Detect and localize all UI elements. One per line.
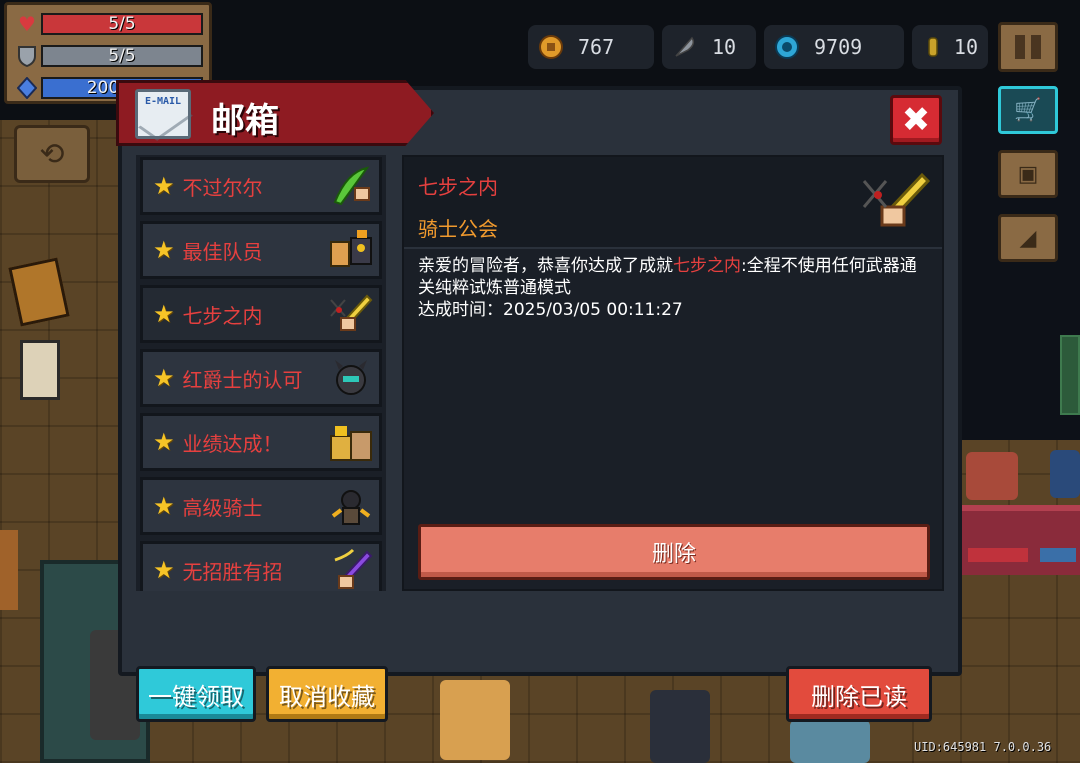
feather-counter: 10 [662, 25, 756, 69]
stairs-icon: ◢ [1019, 225, 1037, 251]
mail-item-label: 七步之内 [182, 303, 263, 328]
npc-character [440, 680, 510, 760]
mail-detail-title: 七步之内 [418, 175, 498, 199]
armor-text: 5/5 [108, 46, 136, 66]
gem-icon [774, 34, 800, 60]
mail-item[interactable]: ★ 不过尔尔 [140, 157, 382, 215]
teammates-icon [327, 226, 375, 274]
refresh-button[interactable]: ⟲ [14, 125, 90, 183]
mail-item[interactable]: ★ 高级骑士 [140, 477, 382, 535]
npc-character [650, 690, 710, 763]
health-row: ♥ 5/5 [13, 9, 203, 39]
mail-item[interactable]: ★ 最佳队员 [140, 221, 382, 279]
token-icon [922, 34, 944, 60]
golden-sword-icon [860, 167, 934, 239]
reception-desk [960, 505, 1080, 575]
star-icon: ★ [153, 364, 175, 392]
mail-item-label: 不过尔尔 [182, 175, 263, 200]
time-value: 2025/03/05 00:11:27 [503, 300, 683, 320]
refresh-icon: ⟲ [39, 136, 65, 172]
cart-icon: 🛒 [1014, 97, 1042, 123]
star-icon: ★ [153, 300, 175, 328]
close-icon: ✖ [901, 100, 931, 140]
profile-button[interactable]: ▣ [998, 150, 1058, 198]
armor-bar: 5/5 [41, 45, 203, 67]
uid-version-label: UID:645981 7.0.0.36 [914, 740, 1052, 754]
gem-counter: 9709 [764, 25, 904, 69]
shop-button[interactable]: 🛒 [998, 86, 1058, 134]
demon-helmet-icon [327, 354, 375, 402]
purple-sword-icon [327, 546, 375, 591]
close-button[interactable]: ✖ [890, 95, 942, 145]
star-icon: ★ [153, 556, 175, 584]
gem-value: 9709 [814, 35, 863, 59]
unfavorite-button[interactable]: 取消收藏 [266, 666, 388, 722]
upgrade-button[interactable]: ◢ [998, 214, 1058, 262]
body-text: 亲爱的冒险者，恭喜你达成了成就 [418, 256, 673, 276]
envelope-label: E-MAIL [144, 96, 182, 107]
merchants-icon [327, 418, 375, 466]
npc-character [966, 452, 1018, 500]
token-value: 10 [953, 35, 978, 59]
health-text: 5/5 [108, 14, 136, 34]
pause-button[interactable] [998, 22, 1058, 72]
armor-row: 5/5 [13, 41, 203, 71]
npc-character [790, 720, 870, 763]
achievement-name: 七步之内 [673, 256, 741, 276]
envelope-icon: E-MAIL [135, 89, 191, 139]
pedestal [20, 340, 60, 400]
mailbox-title: 邮箱 [211, 101, 279, 141]
star-icon: ★ [153, 428, 175, 456]
feather-icon [672, 34, 698, 60]
mail-detail-body: 亲爱的冒险者，恭喜你达成了成就七步之内:全程不使用任何武器通关纯粹试炼普通模式 … [418, 255, 928, 321]
mail-item-label: 红爵士的认可 [182, 367, 303, 392]
knight-icon [327, 482, 375, 530]
id-card-icon: ▣ [1017, 161, 1039, 187]
gold-coin-icon [538, 34, 564, 60]
npc-character [1050, 450, 1080, 498]
mail-item[interactable]: ★ 业绩达成！ [140, 413, 382, 471]
mail-item-label: 最佳队员 [182, 239, 263, 264]
green-slash-icon [327, 162, 375, 210]
claim-all-button[interactable]: 一键领取 [136, 666, 256, 722]
star-icon: ★ [153, 236, 175, 264]
mail-item-label: 高级骑士 [182, 495, 263, 520]
mail-item-selected[interactable]: ★ 七步之内 [140, 285, 382, 343]
mail-detail-header: 七步之内 骑士公会 [404, 157, 942, 249]
mail-detail-sender: 骑士公会 [418, 217, 498, 241]
mail-item-label: 业绩达成！ [182, 431, 283, 456]
delete-button[interactable]: 删除 [418, 524, 930, 580]
time-label: 达成时间： [418, 300, 503, 320]
token-counter: 10 [912, 25, 988, 69]
health-bar: 5/5 [41, 13, 203, 35]
delete-read-button[interactable]: 删除已读 [786, 666, 932, 722]
gold-value: 767 [578, 35, 615, 59]
mail-item-label: 无招胜有招 [182, 559, 283, 584]
mail-item[interactable]: ★ 无招胜有招 [140, 541, 382, 591]
mail-list[interactable]: ★ 不过尔尔 ★ 最佳队员 ★ 七步之内 ★ 红爵士的认可 ★ 业绩达成！ ★ … [136, 155, 386, 591]
feather-value: 10 [712, 35, 737, 59]
gold-counter: 767 [528, 25, 654, 69]
pause-icon [1015, 35, 1025, 59]
star-icon: ★ [153, 492, 175, 520]
mail-item[interactable]: ★ 红爵士的认可 [140, 349, 382, 407]
golden-sword-icon [327, 290, 375, 338]
star-icon: ★ [153, 172, 175, 200]
shield-icon [13, 44, 41, 68]
diamond-icon [13, 76, 41, 100]
mailbox-title-banner: E-MAIL 邮箱 [116, 80, 434, 146]
heart-icon: ♥ [18, 12, 36, 36]
